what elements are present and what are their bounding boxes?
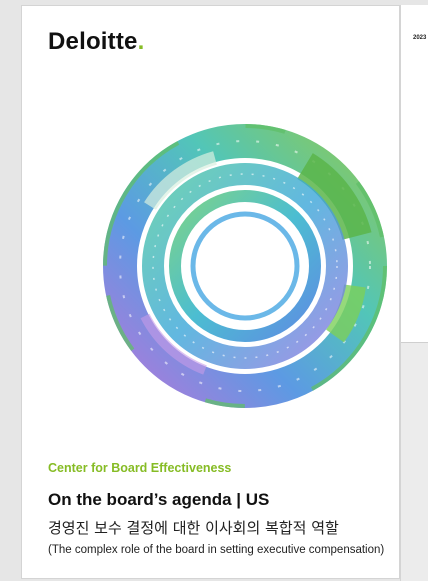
- cover-page: Deloitte. Center for Board Effectiveness…: [21, 5, 400, 579]
- korean-subtitle: 경영진 보수 결정에 대한 이사회의 복합적 역할: [48, 519, 339, 537]
- brand-name: Deloitte: [48, 28, 138, 55]
- brand-dot: .: [137, 28, 145, 55]
- circular-ring-graphic: [103, 124, 387, 408]
- document-title: On the board’s agenda | US: [48, 490, 270, 509]
- document-viewer: Deloitte. Center for Board Effectiveness…: [0, 0, 428, 581]
- deloitte-logo: Deloitte.: [48, 28, 144, 56]
- center-name: Center for Board Effectiveness: [48, 461, 232, 475]
- next-page-preview[interactable]: 2023: [400, 5, 428, 581]
- english-subtitle: (The complex role of the board in settin…: [48, 544, 385, 556]
- year-label: 2023: [413, 35, 427, 41]
- next-page-content-block: [401, 342, 428, 581]
